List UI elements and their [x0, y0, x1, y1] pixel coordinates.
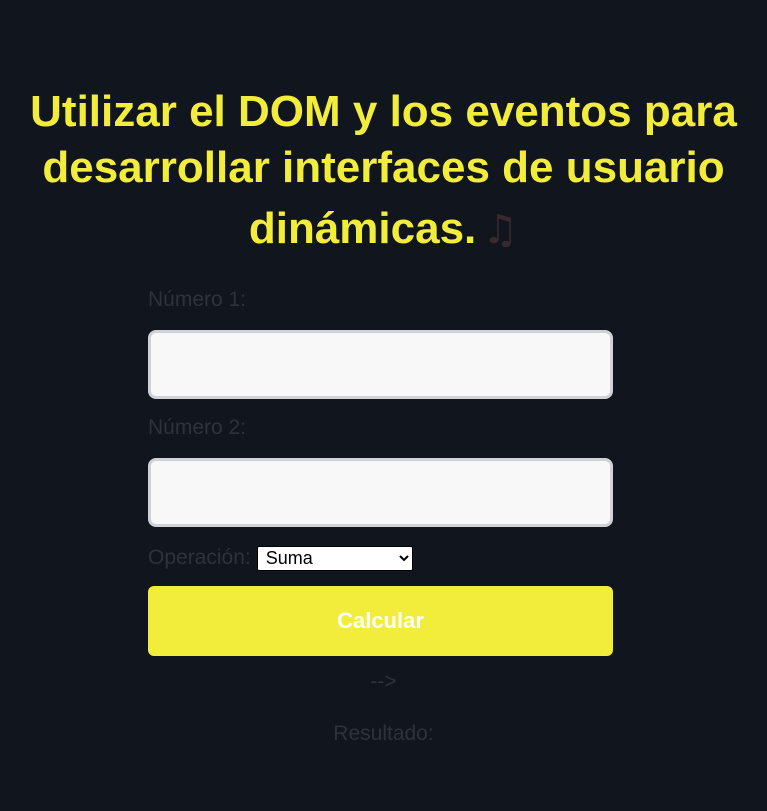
number1-label: Número 1:	[148, 288, 247, 311]
title-line-1: Utilizar el DOM y los eventos para	[30, 87, 737, 136]
operation-label: Operación:	[148, 546, 251, 569]
number2-input[interactable]	[148, 458, 613, 527]
operation-row: Operación: Suma	[148, 544, 413, 572]
page: Utilizar el DOM y los eventos para desar…	[0, 0, 767, 811]
calculate-button[interactable]: Calcular	[148, 586, 613, 656]
title-line-3: dinámicas. ♫	[0, 201, 767, 258]
result-label: Resultado:	[333, 722, 434, 745]
music-notes-icon: ♫	[482, 207, 519, 253]
stray-arrow-text: -->	[370, 670, 397, 693]
operation-select[interactable]: Suma	[256, 545, 413, 571]
page-title: Utilizar el DOM y los eventos para desar…	[0, 84, 767, 258]
number1-input[interactable]	[148, 330, 613, 399]
title-line-2: desarrollar interfaces de usuario	[42, 143, 725, 192]
number2-label: Número 2:	[148, 416, 247, 439]
title-line-3-text: dinámicas.	[248, 204, 477, 253]
